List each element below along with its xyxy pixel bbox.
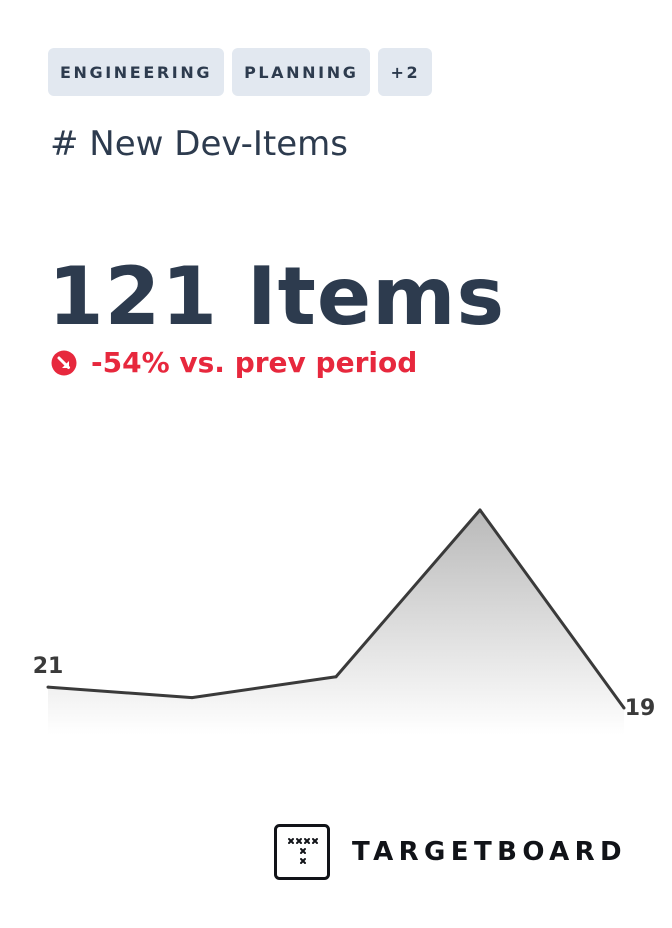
tag-engineering[interactable]: ENGINEERING xyxy=(48,48,225,96)
targetboard-logo-icon xyxy=(274,824,330,880)
sparkline-data-label: 21 xyxy=(33,654,64,679)
sparkline-data-label: 19 xyxy=(625,696,656,721)
trend-down-circle-icon xyxy=(51,350,77,376)
change-text: -54% vs. prev period xyxy=(91,346,418,379)
sparkline-point xyxy=(478,508,482,512)
tag-list: ENGINEERING PLANNING +2 xyxy=(48,48,433,96)
metric-card: ENGINEERING PLANNING +2 # New Dev-Items … xyxy=(0,0,672,928)
sparkline-point xyxy=(190,696,194,700)
brand-name: TARGETBOARD xyxy=(352,837,628,867)
sparkline-area xyxy=(48,510,624,735)
sparkline-point xyxy=(334,675,338,679)
change-indicator: -54% vs. prev period xyxy=(51,346,417,379)
sparkline-point xyxy=(46,685,50,689)
sparkline-chart: 21 19 xyxy=(33,508,656,735)
metric-title: # New Dev-Items xyxy=(50,124,348,164)
brand-footer: TARGETBOARD xyxy=(274,824,627,880)
tag-planning[interactable]: PLANNING xyxy=(232,48,371,96)
tag-more[interactable]: +2 xyxy=(378,48,433,96)
metric-value: 121 Items xyxy=(48,250,506,343)
